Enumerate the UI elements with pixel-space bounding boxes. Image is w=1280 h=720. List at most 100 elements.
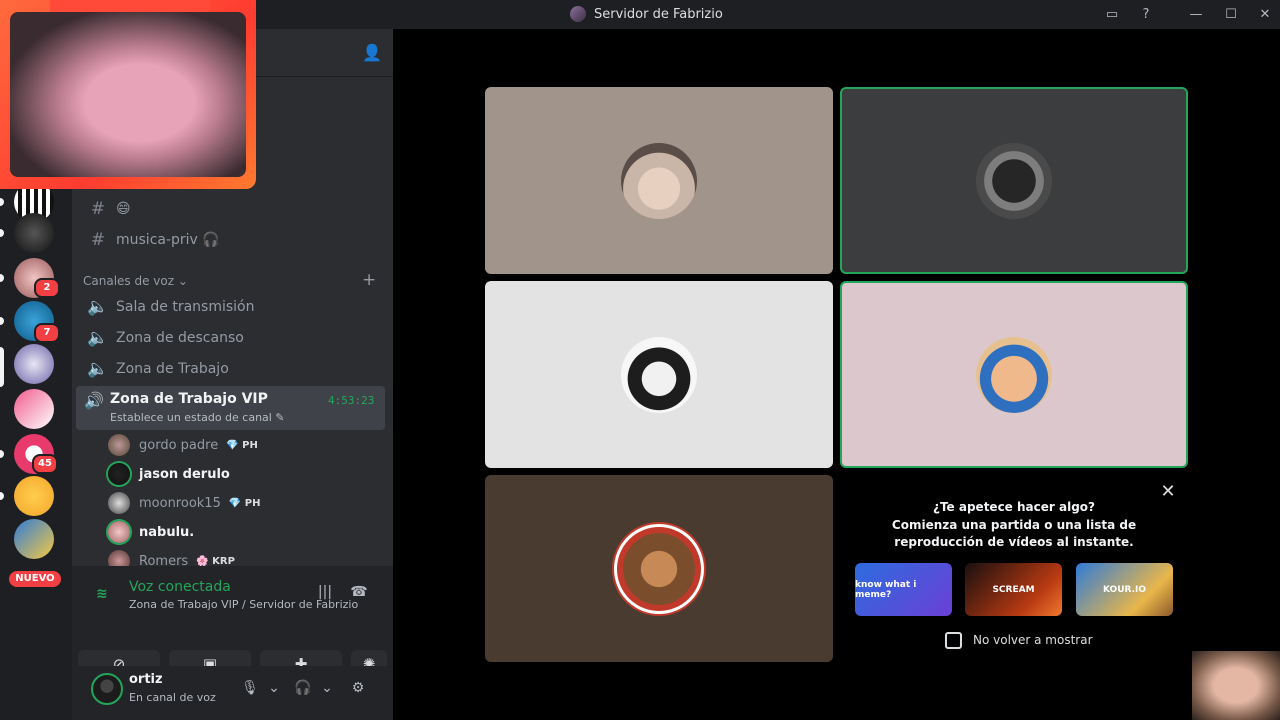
text-channel-musica-priv[interactable]: # musica-priv 🎧 <box>80 226 385 254</box>
server-icon-anime[interactable] <box>14 344 54 384</box>
channel-name: Zona de Trabajo <box>116 361 229 377</box>
channel-name: musica-priv 🎧 <box>116 232 220 248</box>
voice-channel-zona-de-trabajo[interactable]: 🔈 Zona de Trabajo <box>80 355 385 383</box>
voice-category-header[interactable]: Canales de voz ⌄ <box>83 274 188 288</box>
help-icon[interactable]: ? <box>1137 6 1155 24</box>
headphones-icon[interactable]: 🎧 <box>293 680 313 700</box>
disconnect-icon[interactable]: ☎ <box>347 584 371 604</box>
selected-pill <box>0 347 4 387</box>
server-icon-dark[interactable] <box>14 213 54 253</box>
game-name: SCREAM <box>992 584 1035 595</box>
user-status: En canal de voz <box>129 691 216 704</box>
participant-tile[interactable] <box>485 87 833 274</box>
close-button[interactable]: ✕ <box>1256 6 1274 24</box>
activity-subtitle: Comienza una partida o una lista de repr… <box>891 518 1137 549</box>
dont-show-again-label[interactable]: No volver a mostrar <box>973 633 1093 647</box>
game-name: KOUR.IO <box>1102 584 1147 595</box>
game-tile-kour-io[interactable]: KOUR.IO <box>1076 563 1173 616</box>
member-name: moonrook15 <box>139 495 221 511</box>
speaker-icon: 🔈 <box>87 359 109 379</box>
activity-title: ¿Te apetece hacer algo? <box>933 500 1095 514</box>
participant-avatar <box>976 336 1052 413</box>
game-name: know what i meme? <box>855 579 917 600</box>
game-tile-scream[interactable]: SCREAM <box>965 563 1062 616</box>
user-panel: ortiz En canal de voz 🎙 ⌄ 🎧 ⌄ ⚙ <box>72 666 393 720</box>
unread-pill <box>0 450 4 458</box>
unread-pill <box>0 229 4 237</box>
participant-tile[interactable] <box>485 281 833 468</box>
voice-channel-zona-de-trabajo-vip[interactable]: 🔊 Zona de Trabajo VIP Establece un estad… <box>76 386 385 430</box>
speaker-icon: 🔈 <box>87 328 109 348</box>
participant-tile-speaking[interactable] <box>840 281 1188 468</box>
channel-status-button[interactable]: Establece un estado de canal ✎ <box>110 411 285 424</box>
server-icon-angry-emoji[interactable] <box>14 476 54 516</box>
member-name: gordo padre <box>139 437 219 453</box>
hash-icon: # <box>90 230 106 250</box>
window-title: Servidor de Fabrizio <box>570 6 723 22</box>
channel-name: 😄 <box>116 201 131 217</box>
window-title-text: Servidor de Fabrizio <box>594 6 723 22</box>
voice-channel-zona-de-descanso[interactable]: 🔈 Zona de descanso <box>80 324 385 352</box>
member-tag: 💎 PH <box>226 439 258 451</box>
mention-badge: 7 <box>34 323 60 343</box>
activity-suggestion-card: ✕ ¿Te apetece hacer algo? Comienza una p… <box>840 476 1188 662</box>
channel-name: Sala de transmisión <box>116 299 255 315</box>
participant-avatar <box>621 142 697 219</box>
unread-pill <box>0 317 4 325</box>
invite-member-icon[interactable]: 👤 <box>362 43 382 63</box>
call-timer: 4:53:23 <box>328 394 375 407</box>
text-channel-emoji[interactable]: # 😄 <box>80 195 385 223</box>
unread-pill <box>0 198 4 206</box>
user-avatar[interactable] <box>91 673 123 705</box>
voice-member[interactable]: jason derulo <box>108 461 230 487</box>
unread-pill <box>0 274 4 282</box>
mention-badge: 45 <box>32 454 58 474</box>
close-icon[interactable]: ✕ <box>1158 482 1178 502</box>
add-channel-icon[interactable]: + <box>362 270 376 290</box>
maximize-button[interactable]: ☐ <box>1222 6 1240 24</box>
channel-name: Zona de descanso <box>116 330 244 346</box>
voice-channel-sala-de-transmision[interactable]: 🔈 Sala de transmisión <box>80 293 385 321</box>
voice-member[interactable]: nabulu. <box>108 519 194 545</box>
hash-icon: # <box>90 199 106 219</box>
user-name[interactable]: ortiz <box>129 672 163 687</box>
secondary-webcam-overlay <box>1192 651 1280 720</box>
voice-member[interactable]: moonrook15 💎 PH <box>108 490 261 516</box>
new-badge: NUEVO <box>9 571 61 587</box>
speaker-icon: 🔈 <box>87 297 109 317</box>
member-name: nabulu. <box>139 524 195 540</box>
channel-name: Zona de Trabajo VIP <box>110 391 268 407</box>
server-icon-new[interactable] <box>14 519 54 559</box>
participant-avatar <box>614 523 704 614</box>
voice-connected-title[interactable]: Voz conectada <box>129 579 231 595</box>
game-tile-know-what-i-meme[interactable]: know what i meme? <box>855 563 952 616</box>
member-tag: 💎 PH <box>228 497 261 509</box>
gear-icon[interactable]: ⚙ <box>348 680 368 700</box>
server-icon-cs[interactable] <box>14 389 54 429</box>
server-icon <box>570 6 586 22</box>
speaker-icon: 🔊 <box>84 391 104 410</box>
member-tag: 🌸 KRP <box>196 555 235 567</box>
dont-show-again-checkbox[interactable] <box>945 632 962 649</box>
signal-icon: ≋ <box>96 586 108 602</box>
chevron-down-icon[interactable]: ⌄ <box>317 680 337 700</box>
avatar <box>108 492 130 514</box>
microphone-icon[interactable]: 🎙 <box>240 680 260 700</box>
avatar <box>108 434 130 456</box>
mention-badge: 2 <box>34 278 60 298</box>
avatar <box>108 463 130 485</box>
participant-avatar <box>976 142 1052 219</box>
webcam-feed <box>10 12 246 177</box>
participant-tile-speaking[interactable] <box>840 87 1188 274</box>
noise-suppression-icon[interactable]: ||| <box>313 584 337 604</box>
participant-tile[interactable] <box>485 475 833 662</box>
avatar <box>108 521 130 543</box>
minimize-button[interactable]: — <box>1187 6 1205 24</box>
unread-pill <box>0 492 4 500</box>
chevron-down-icon[interactable]: ⌄ <box>264 680 284 700</box>
streamer-webcam-overlay <box>0 0 256 189</box>
participant-avatar <box>621 336 697 413</box>
inbox-icon[interactable]: ▭ <box>1103 6 1121 24</box>
discord-window: Servidor de Fabrizio ▭ ? — ☐ ✕ 2 7 45 NU… <box>0 0 1280 720</box>
voice-member[interactable]: gordo padre 💎 PH <box>108 432 258 458</box>
